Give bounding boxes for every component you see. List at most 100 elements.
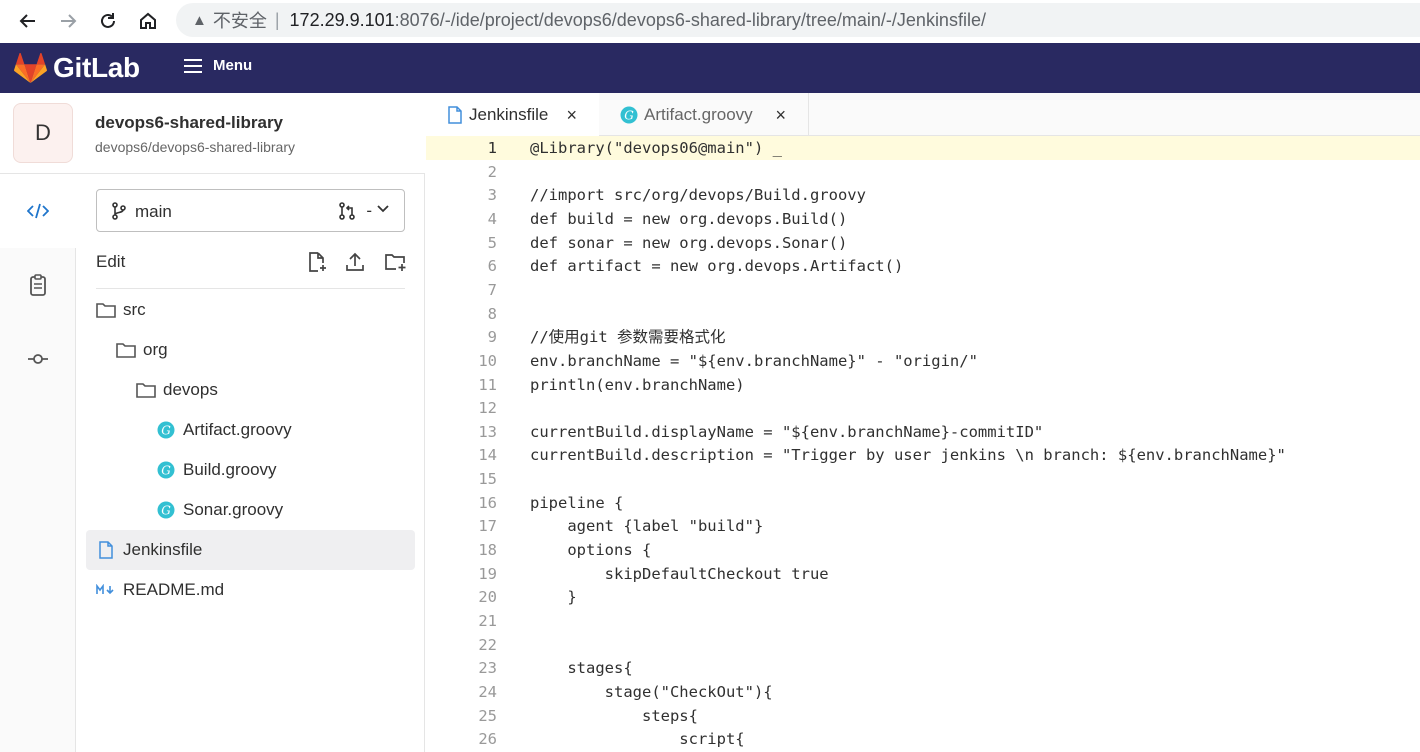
groovy-icon: G — [156, 460, 176, 480]
code-line[interactable]: 26 script{ — [426, 727, 1420, 751]
home-button[interactable] — [133, 6, 163, 36]
code-line[interactable]: 11 println(env.branchName) — [426, 373, 1420, 397]
logo-text: GitLab — [53, 52, 140, 83]
code-editor[interactable]: 1 @Library("devops06@main") _ 2 3//import s… — [426, 136, 1420, 752]
upload-file-button[interactable] — [343, 250, 367, 274]
line-number: 13 — [478, 422, 497, 441]
tree-item-artifact-groovy[interactable]: G Artifact.groovy — [86, 410, 415, 450]
code-line[interactable]: 3 //import src/org/devops/Build.groovy — [426, 183, 1420, 207]
new-directory-button[interactable] — [383, 250, 407, 274]
tab-label: Artifact.groovy — [644, 104, 753, 124]
activity-commit[interactable] — [0, 322, 76, 396]
code-text: //import src/org/devops/Build.groovy — [530, 186, 866, 205]
chevron-down-icon — [377, 205, 389, 213]
code-line[interactable]: 18 options { — [426, 538, 1420, 562]
tree-item-sonar-groovy[interactable]: G Sonar.groovy — [86, 490, 415, 530]
new-file-button[interactable] — [305, 250, 329, 274]
folder-icon — [96, 300, 116, 320]
project-avatar[interactable]: D — [13, 103, 73, 163]
project-path[interactable]: devops6/devops6-shared-library — [95, 139, 295, 155]
code-line[interactable]: 20 } — [426, 585, 1420, 609]
browser-toolbar: ▲ 不安全 | 172.29.9.101:8076/-/ide/project/… — [0, 0, 1420, 43]
project-header: D devops6-shared-library devops6/devops6… — [0, 93, 425, 174]
code-line[interactable]: 10 env.branchName = "${env.branchName}" -… — [426, 349, 1420, 373]
activity-review[interactable] — [0, 248, 76, 322]
svg-text:G: G — [161, 424, 171, 438]
reload-icon — [101, 13, 115, 28]
code-text: def build = new org.devops.Build() — [530, 209, 848, 228]
code-line[interactable]: 24 stage("CheckOut"){ — [426, 680, 1420, 704]
code-line[interactable]: 22 — [426, 633, 1420, 657]
groovy-icon: G — [156, 500, 176, 520]
address-separator: | — [274, 9, 280, 30]
new-folder-icon — [385, 254, 406, 271]
code-line[interactable]: 2 — [426, 160, 1420, 184]
code-line[interactable]: 13 currentBuild.displayName = "${env.bran… — [426, 420, 1420, 444]
tree-item-jenkinsfile[interactable]: Jenkinsfile — [86, 530, 415, 570]
code-text: //使用git 参数需要格式化 — [530, 328, 726, 347]
line-number: 15 — [478, 470, 497, 489]
tree-item-build-groovy[interactable]: G Build.groovy — [86, 450, 415, 490]
groovy-icon: G — [620, 106, 638, 124]
code-line[interactable]: 23 stages{ — [426, 656, 1420, 680]
code-line[interactable]: 16 pipeline { — [426, 491, 1420, 515]
code-text: stages{ — [530, 659, 633, 678]
file-icon — [96, 540, 116, 560]
tree-item-label: README.md — [123, 580, 225, 599]
code-line[interactable]: 9 //使用git 参数需要格式化 — [426, 325, 1420, 349]
code-line[interactable]: 5 def sonar = new org.devops.Sonar() — [426, 231, 1420, 255]
file-icon — [447, 105, 463, 124]
line-number: 6 — [487, 257, 497, 276]
close-icon[interactable]: × — [775, 105, 786, 126]
close-icon[interactable]: × — [566, 105, 577, 126]
svg-text:G: G — [161, 464, 171, 478]
code-line[interactable]: 8 — [426, 302, 1420, 326]
tab-jenkinsfile[interactable]: Jenkinsfile × — [426, 93, 599, 137]
code-line[interactable]: 6 def artifact = new org.devops.Artifact(… — [426, 254, 1420, 278]
tree-item-label: Artifact.groovy — [183, 420, 292, 439]
file-tree-panel: main - Edit src org devops G Artifact.gr… — [76, 174, 425, 752]
new-file-icon — [309, 252, 326, 272]
markdown-icon — [96, 580, 116, 600]
upload-icon — [346, 252, 364, 271]
code-line[interactable]: 14 currentBuild.description = "Trigger by… — [426, 443, 1420, 467]
line-number: 2 — [487, 162, 497, 181]
code-line[interactable]: 21 — [426, 609, 1420, 633]
activity-edit[interactable] — [0, 174, 77, 248]
tree-item-src[interactable]: src — [86, 290, 415, 330]
clipboard-icon — [30, 274, 46, 296]
code-icon — [27, 203, 49, 219]
folder-icon — [136, 380, 156, 400]
code-text: @Library("devops06@main") _ — [530, 139, 782, 157]
code-line[interactable]: 17 agent {label "build"} — [426, 514, 1420, 538]
code-line[interactable]: 19 skipDefaultCheckout true — [426, 562, 1420, 586]
line-number: 26 — [478, 730, 497, 749]
tree-item-label: Build.groovy — [183, 460, 277, 479]
tab-artifact-groovy[interactable]: G Artifact.groovy × — [599, 93, 809, 136]
code-text: currentBuild.displayName = "${env.branch… — [530, 422, 1044, 441]
gitlab-logo[interactable]: GitLab — [14, 52, 140, 84]
address-bar[interactable]: ▲ 不安全 | 172.29.9.101:8076/-/ide/project/… — [176, 3, 1420, 37]
reload-button[interactable] — [93, 6, 123, 36]
project-name[interactable]: devops6-shared-library — [95, 113, 283, 133]
tree-item-readme[interactable]: README.md — [86, 570, 415, 610]
menu-button[interactable]: Menu — [183, 57, 252, 74]
edit-label: Edit — [96, 252, 126, 271]
line-number: 12 — [478, 399, 497, 418]
code-line[interactable]: 25 steps{ — [426, 704, 1420, 728]
code-line[interactable]: 12 — [426, 396, 1420, 420]
branch-icon — [112, 202, 126, 220]
code-line[interactable]: 4 def build = new org.devops.Build() — [426, 207, 1420, 231]
edit-toolbar: Edit — [96, 244, 407, 289]
line-number: 20 — [478, 588, 497, 607]
code-line[interactable]: 15 — [426, 467, 1420, 491]
tree-item-org[interactable]: org — [86, 330, 415, 370]
branch-selector[interactable]: main - — [96, 189, 405, 232]
forward-button[interactable] — [53, 6, 83, 36]
tree-item-label: src — [123, 300, 146, 319]
tree-item-devops[interactable]: devops — [86, 370, 415, 410]
code-line[interactable]: 1 @Library("devops06@main") _ — [426, 136, 1420, 160]
code-line[interactable]: 7 — [426, 278, 1420, 302]
code-text: currentBuild.description = "Trigger by u… — [530, 446, 1286, 465]
back-button[interactable] — [13, 6, 43, 36]
